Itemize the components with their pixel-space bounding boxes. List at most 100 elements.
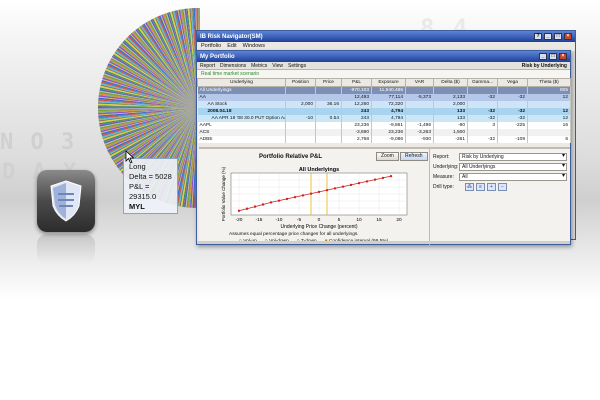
minimize-button[interactable]: _ [544,33,552,40]
x-tick-label: -5 [297,217,302,223]
portfolio-titlebar[interactable]: My Portfolio _ □ × [197,51,570,62]
table-cell: 12 [527,93,571,101]
table-cell [315,107,342,115]
column-header[interactable]: Exposure [371,78,406,87]
table-cell: -5,373 [405,93,434,101]
drill-list-icon[interactable]: ≡ [476,183,485,191]
table-cell: 0.54 [315,114,342,122]
maximize-button[interactable]: □ [554,33,562,40]
table-cell: -1,496 [405,121,434,129]
table-cell [497,100,528,108]
column-header[interactable]: Underlying [197,78,286,87]
table-cell [285,121,316,129]
tooltip-line-symbol: MYL [129,202,145,211]
drill-tree-icon[interactable]: ⁂ [465,183,474,191]
data-point [365,180,369,183]
table-cell [467,128,498,136]
data-point [325,188,329,192]
table-cell [497,86,528,94]
menu-view[interactable]: View [272,63,283,69]
menu-dimensions[interactable]: Dimensions [220,63,246,69]
table-cell: 6 [527,135,571,143]
table-cell [405,114,434,122]
portfolio-window[interactable]: My Portfolio _ □ × Report Dimensions Met… [196,50,571,245]
table-cell: -9,861 [371,121,406,129]
column-header[interactable]: Vega [497,78,528,87]
portfolio-maximize-button[interactable]: □ [549,53,557,60]
row-underlying-cell: 2008.04.18 [197,107,286,115]
measure-select-label: Measure: [433,174,454,180]
portfolio-close-button[interactable]: × [559,53,567,60]
table-row[interactable]: All Underlyings -970,103 11,540,486 805 [197,86,571,94]
underlying-select[interactable]: All Underlyings [459,163,567,171]
shield-icon [50,180,82,222]
table-cell: 4,794 [371,114,406,122]
zoom-button[interactable]: Zoom [376,152,399,161]
column-header[interactable]: P&L [341,78,372,87]
table-cell: -32 [497,107,528,115]
table-cell [285,93,316,101]
refresh-button[interactable]: Refresh [400,152,428,161]
menu-portfolio[interactable]: Portfolio [201,43,221,50]
table-cell [405,107,434,115]
help-button[interactable]: ? [534,33,542,40]
menu-report[interactable]: Report [200,63,215,69]
data-point [277,199,281,202]
table-header-row: Underlying Position Price P&L Exposure VAR Del… [197,78,571,87]
data-point [285,197,289,201]
table-cell: 2,000 [433,100,468,108]
menu-edit[interactable]: Edit [227,43,236,50]
data-point [301,194,305,197]
table-cell [315,93,342,101]
tooltip-line-delta: Delta = 5028 [129,172,172,181]
table-row[interactable]: AAPL 23,236 -9,861 -1,496 -80 3 -225 16 [197,121,571,129]
column-header[interactable]: Theta ($) [527,78,571,87]
x-axis-label: Underlying Price Change (percent) [281,224,358,230]
relative-pnl-chart[interactable]: -20 -15 -10 -5 0 5 10 15 20 All Underlyings Underl… [209,163,419,231]
portfolio-minimize-button[interactable]: _ [539,53,547,60]
close-button[interactable]: × [564,33,572,40]
drill-collapse-icon[interactable]: − [498,183,507,191]
row-underlying-cell: ACS [197,128,286,136]
table-cell: -32 [497,93,528,101]
table-cell: -32 [497,114,528,122]
table-cell [405,100,434,108]
table-cell: -261 [433,135,468,143]
table-cell: 11,540,486 [371,86,406,94]
table-cell: 805 [527,86,571,94]
table-cell [285,128,316,136]
column-header[interactable]: Price [315,78,342,87]
column-header[interactable]: Delta ($) [433,78,468,87]
drill-expand-icon[interactable]: + [487,183,496,191]
table-cell: 16 [527,121,571,129]
column-header[interactable]: Position [285,78,316,87]
column-header[interactable]: VAR [405,78,434,87]
table-cell [285,86,316,94]
table-row[interactable]: AA APR 18 '08 30.0 PUT Option AA -10 0.54 2… [197,114,571,122]
portfolio-pie-chart[interactable] [0,0,200,300]
menu-metrics[interactable]: Metrics [251,63,267,69]
table-cell: 2,000 [285,100,316,108]
table-cell: -970,103 [341,86,372,94]
data-point [349,183,353,187]
data-point [253,205,257,208]
column-header[interactable]: Gamma... [467,78,498,87]
main-window-titlebar[interactable]: IB Risk Navigator(SM) ? _ □ × [197,31,575,42]
table-row[interactable]: AA 12,493 77,114 -5,373 2,133 -32 -32 12 [197,93,571,101]
table-cell: -225 [497,121,528,129]
table-cell: 12 [527,114,571,122]
menu-windows[interactable]: Windows [243,43,265,50]
table-cell: 12 [527,107,571,115]
portfolio-title: My Portfolio [200,53,235,60]
table-row[interactable]: 2008.04.18 243 4,794 133 -32 -32 12 [197,107,571,115]
measure-select[interactable]: All [459,173,567,181]
risk-navigator-app-tile[interactable] [37,170,95,232]
table-row[interactable]: ADBE 2,768 -9,086 -930 -261 -32 -109 6 [197,135,571,143]
table-cell: -32 [467,93,498,101]
table-cell [527,100,571,108]
plot-title: All Underlyings [299,167,339,173]
table-row[interactable]: AA Stock 2,000 36.16 12,260 72,320 2,000 [197,100,571,108]
menu-settings[interactable]: Settings [288,63,306,69]
report-select[interactable]: Risk by Underlying [459,153,567,161]
table-row[interactable]: ACS -3,690 23,236 -3,263 1,500 [197,128,571,136]
